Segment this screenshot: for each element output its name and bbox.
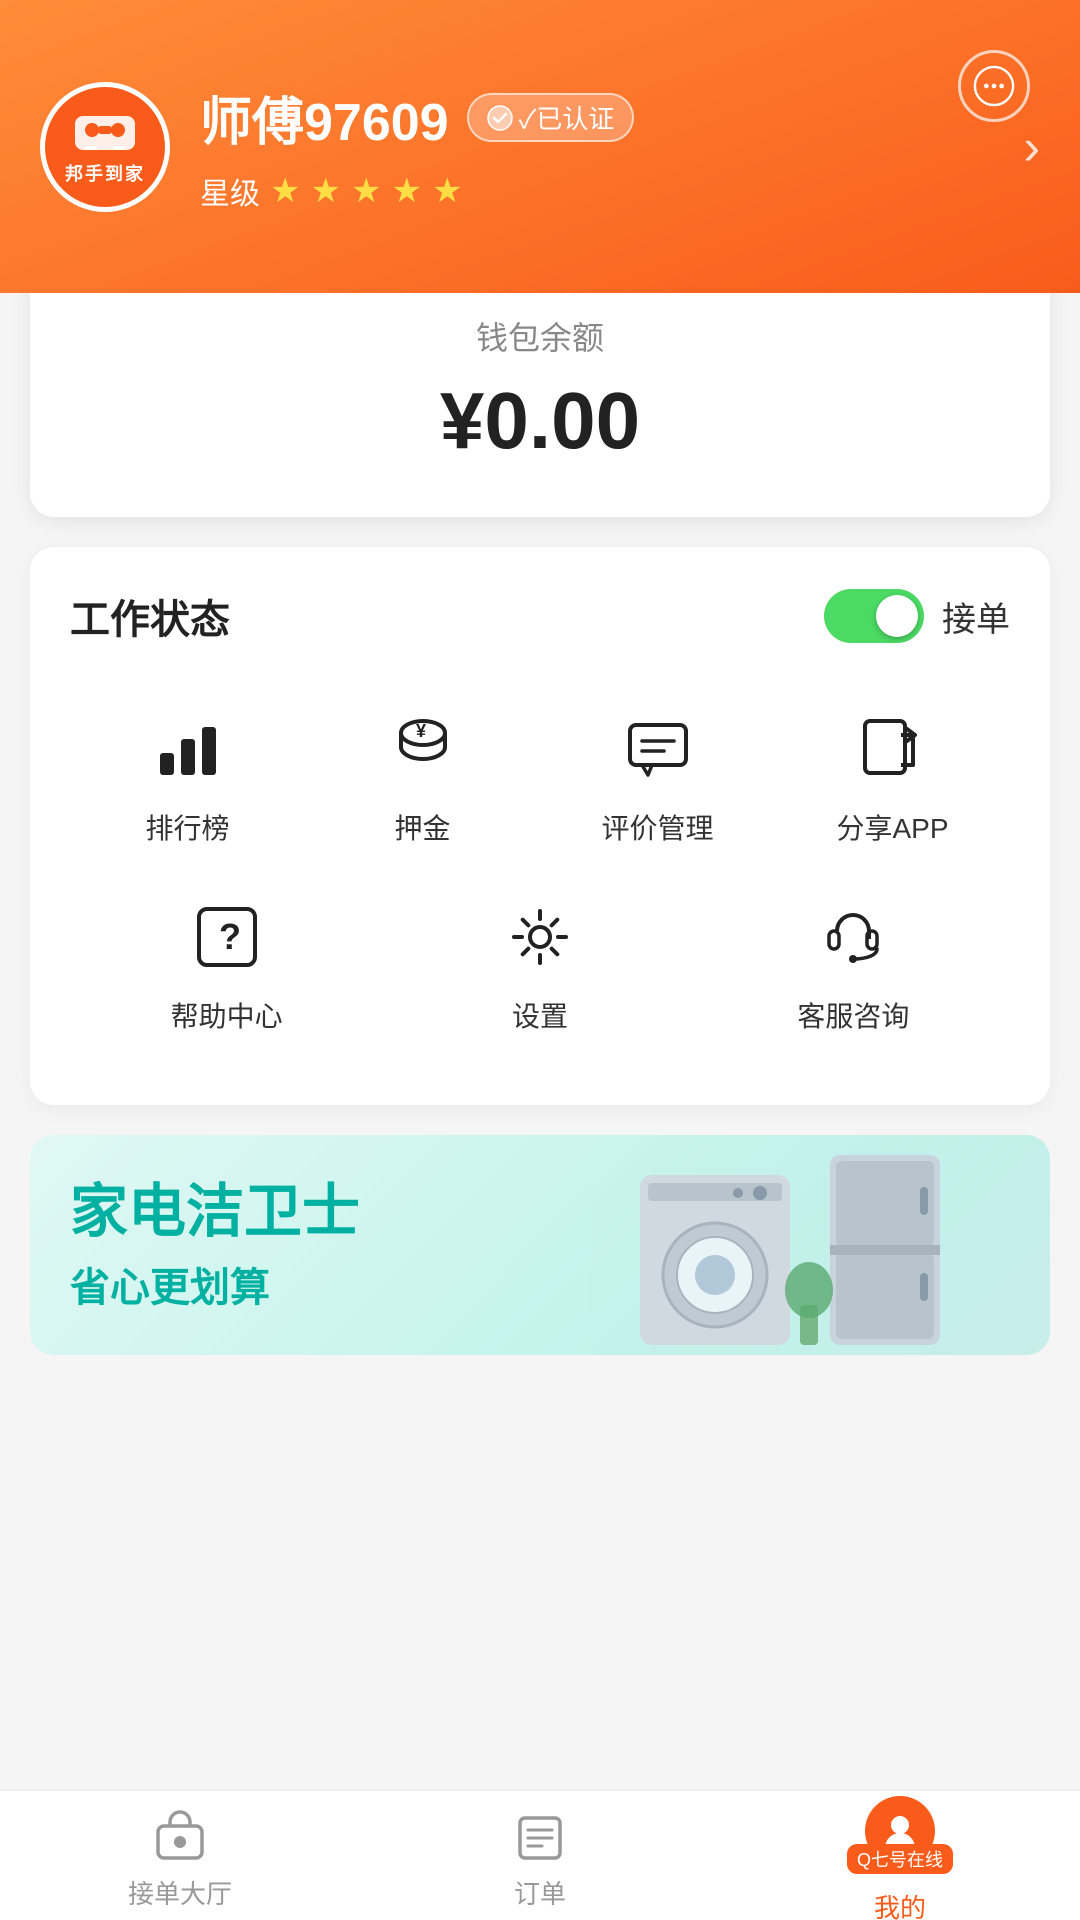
logo-text: 邦手到家 [65, 160, 145, 186]
menu-row-2: ? 帮助中心 设置 [70, 877, 1010, 1055]
menu-item-settings[interactable]: 设置 [383, 877, 696, 1055]
nav-label-orders: 订单 [514, 1874, 566, 1911]
wallet-amount: ¥0.00 [70, 375, 1010, 467]
profile-row: 邦手到家 师傅97609 ✓已认证 星级 ★ ★ ★ ★ [40, 80, 1040, 213]
menu-item-reviews[interactable]: 评价管理 [540, 689, 775, 867]
share-icon [853, 709, 933, 789]
menu-item-share[interactable]: 分享APP [775, 689, 1010, 867]
avatar: 邦手到家 [40, 82, 170, 212]
star-1: ★ [270, 171, 300, 211]
star-5: ★ [432, 171, 462, 211]
wallet-card: 钱包余额 ¥0.00 [30, 263, 1050, 517]
menu-row-1: 排行榜 ¥ 押金 评价管理 [70, 689, 1010, 867]
status-title: 工作状态 [70, 587, 230, 645]
menu-label-ranking: 排行榜 [145, 807, 229, 847]
verified-badge: ✓已认证 [467, 93, 635, 142]
profile-arrow[interactable]: › [1023, 118, 1040, 176]
online-badge: Q七号在线 [847, 1844, 953, 1874]
menu-item-deposit[interactable]: ¥ 押金 [305, 689, 540, 867]
menu-item-service[interactable]: 客服咨询 [697, 877, 1010, 1055]
banner[interactable]: 家电洁卫士 省心更划算 [30, 1135, 1050, 1355]
menu-label-deposit: 押金 [394, 807, 450, 847]
nav-label-mine: 我的 [874, 1888, 926, 1920]
toggle-knob [876, 595, 918, 637]
menu-label-share: 分享APP [836, 807, 948, 847]
stars-row: 星级 ★ ★ ★ ★ ★ [200, 169, 993, 213]
banner-title: 家电洁卫士 [70, 1177, 360, 1247]
toggle-label: 接单 [942, 592, 1010, 641]
stars-label: 星级 [200, 169, 260, 213]
menu-item-ranking[interactable]: 排行榜 [70, 689, 305, 867]
nav-item-orders[interactable]: 订单 [360, 1800, 720, 1911]
svg-text:?: ? [219, 916, 241, 957]
ranking-icon [148, 709, 228, 789]
header: 邦手到家 师傅97609 ✓已认证 星级 ★ ★ ★ ★ [0, 0, 1080, 293]
svg-text:¥: ¥ [416, 721, 426, 741]
online-badge-text: Q七号在线 [857, 1850, 943, 1870]
menu-item-help[interactable]: ? 帮助中心 [70, 877, 383, 1055]
banner-text: 家电洁卫士 省心更划算 [30, 1147, 400, 1343]
star-2: ★ [310, 171, 340, 211]
bottom-nav: 接单大厅 订单 Q七号在线 我的 [0, 1790, 1080, 1920]
menu-label-service: 客服咨询 [797, 995, 909, 1035]
banner-appliance [590, 1135, 1050, 1355]
settings-icon [500, 897, 580, 977]
orders-hall-icon [152, 1810, 208, 1866]
menu-label-reviews: 评价管理 [601, 807, 713, 847]
reviews-icon [618, 709, 698, 789]
orders-icon [512, 1810, 568, 1866]
work-status-card: 工作状态 接单 排行榜 [30, 547, 1050, 1105]
help-icon: ? [187, 897, 267, 977]
nav-item-orders-hall[interactable]: 接单大厅 [0, 1800, 360, 1911]
profile-info: 师傅97609 ✓已认证 星级 ★ ★ ★ ★ ★ [200, 80, 993, 213]
chat-button[interactable] [958, 50, 1030, 122]
deposit-icon: ¥ [383, 709, 463, 789]
nav-label-orders-hall: 接单大厅 [128, 1874, 232, 1911]
menu-label-settings: 设置 [512, 995, 568, 1035]
username: 师傅97609 [200, 80, 449, 155]
work-toggle[interactable] [824, 589, 924, 643]
star-4: ★ [391, 171, 421, 211]
service-icon [813, 897, 893, 977]
verified-label: ✓已认证 [519, 99, 615, 136]
star-3: ★ [351, 171, 381, 211]
nav-item-mine[interactable]: Q七号在线 我的 [720, 1786, 1080, 1920]
wallet-label: 钱包余额 [70, 313, 1010, 359]
menu-label-help: 帮助中心 [171, 995, 283, 1035]
banner-subtitle: 省心更划算 [70, 1255, 360, 1313]
